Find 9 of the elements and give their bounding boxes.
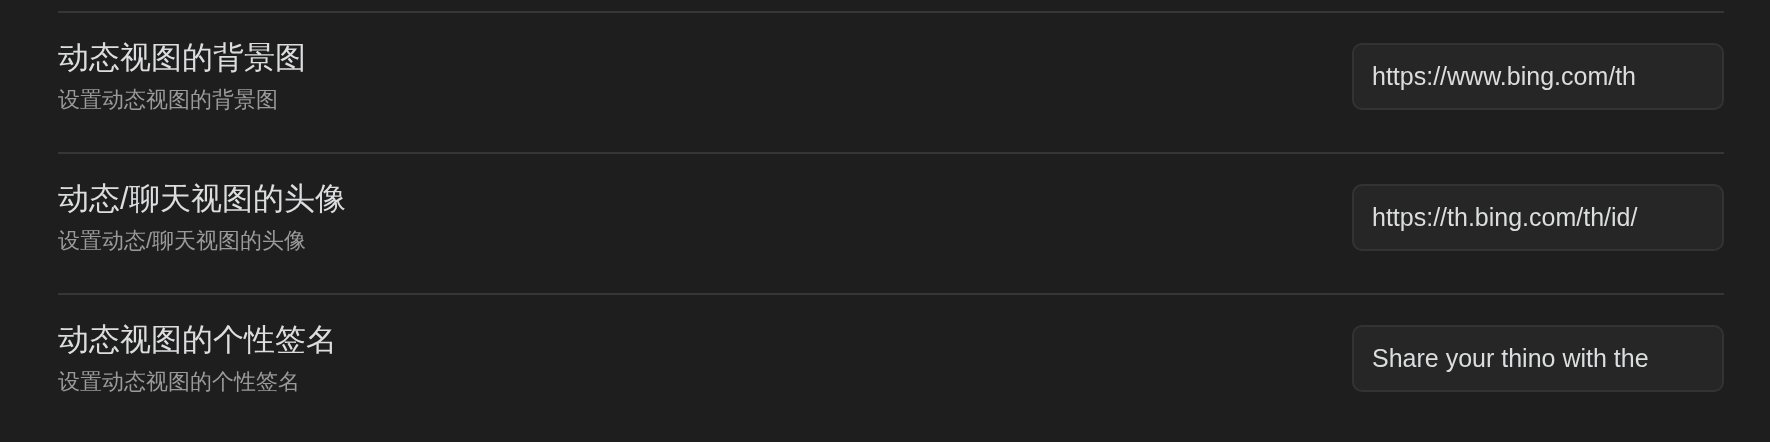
text-field[interactable]: https://th.bing.com/th/id/: [1352, 184, 1724, 251]
text-field[interactable]: Share your thino with the: [1352, 325, 1724, 392]
setting-title: 动态/聊天视图的头像: [58, 180, 346, 217]
setting-description: 设置动态视图的背景图: [58, 85, 279, 114]
setting-description: 设置动态视图的个性签名: [58, 367, 301, 396]
setting-title: 动态视图的个性签名: [58, 321, 337, 358]
setting-description: 设置动态/聊天视图的头像: [58, 226, 308, 255]
text-field[interactable]: https://www.bing.com/th: [1352, 43, 1724, 110]
setting-title: 动态视图的背景图: [58, 39, 306, 76]
